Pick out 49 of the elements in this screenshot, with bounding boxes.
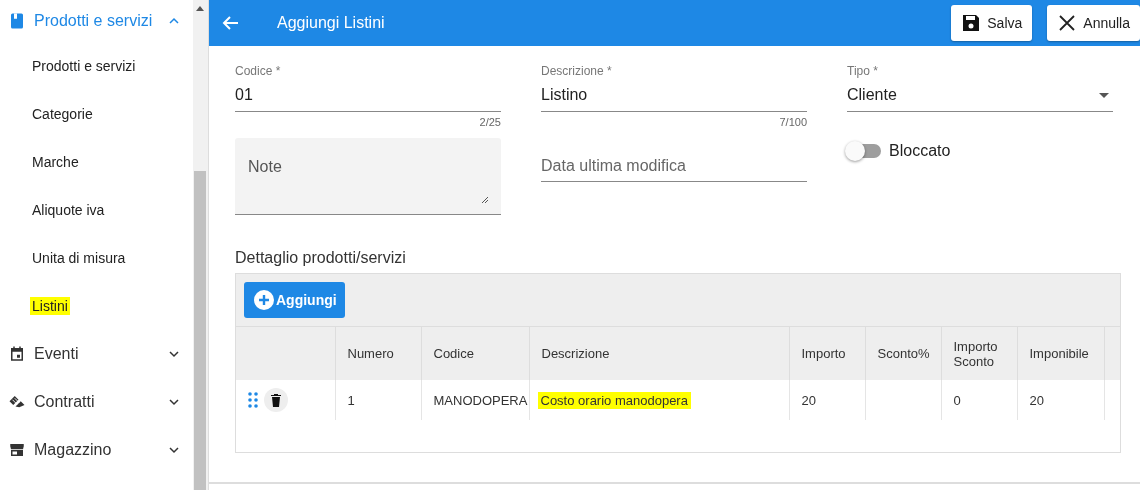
delete-button[interactable]	[264, 388, 288, 412]
column-header: Imponibile	[1029, 346, 1089, 361]
resize-grip-icon[interactable]	[481, 196, 489, 204]
plus-icon	[254, 290, 274, 310]
drag-handle-icon[interactable]	[248, 392, 258, 408]
field-label: Descrizione *	[541, 64, 613, 80]
add-button[interactable]: Aggiungi	[244, 282, 345, 318]
char-counter: 7/100	[778, 116, 807, 130]
column-header: Importo	[801, 346, 846, 361]
sidebar-item[interactable]: Unita di misura	[30, 249, 128, 267]
sidebar-group[interactable]: Eventi	[0, 330, 193, 378]
descrizione-field[interactable]: Listino	[541, 80, 807, 112]
save-button[interactable]: Salva	[951, 5, 1033, 41]
close-icon	[1057, 13, 1078, 33]
table-cell: 20	[1029, 392, 1044, 408]
trash-icon	[268, 392, 284, 408]
table-cell: 1	[347, 392, 355, 408]
column-header: Descrizione	[541, 346, 610, 361]
field-label: Tipo *	[847, 64, 879, 80]
sidebar-item[interactable]: Categorie	[30, 105, 95, 123]
column-header: Numero	[347, 346, 394, 361]
sidebar-item[interactable]: Listini	[30, 297, 70, 315]
section-title: Dettaglio prodotti/servizi	[235, 249, 407, 267]
sidebar-item[interactable]: Marche	[30, 153, 81, 171]
book-icon	[8, 12, 26, 30]
column-header: Codice	[433, 346, 474, 361]
tipo-dropdown[interactable]: Cliente	[847, 80, 1113, 112]
note-field[interactable]: Note	[235, 138, 501, 215]
column-header: Sconto%	[877, 346, 930, 361]
date-field[interactable]: Data ultima modifica	[541, 147, 807, 182]
table-cell: 20	[801, 392, 816, 408]
toggle-label: Bloccato	[889, 142, 951, 160]
codice-field[interactable]: 01	[235, 80, 501, 112]
sidebar-item[interactable]: Prodotti e servizi	[30, 57, 138, 75]
sidebar-item[interactable]: Aliquote iva	[30, 201, 107, 219]
store-icon	[8, 441, 26, 459]
sidebar-group[interactable]: Contratti	[0, 378, 193, 426]
calendar-icon	[8, 345, 26, 363]
sidebar-group[interactable]: Magazzino	[0, 426, 193, 474]
char-counter: 2/25	[478, 116, 501, 130]
field-label: Codice *	[235, 64, 282, 80]
page-title: Aggiungi Listini	[277, 14, 386, 32]
table-cell: MANODOPERA	[433, 392, 528, 408]
table-cell: 0	[953, 392, 961, 408]
toggle-switch[interactable]	[847, 144, 881, 158]
table-cell: Costo orario manodopera	[537, 391, 691, 409]
cancel-button[interactable]: Annulla	[1047, 5, 1140, 41]
column-header: Importo Sconto	[953, 338, 998, 369]
sidebar-group[interactable]: Prodotti e servizi	[0, 0, 193, 42]
